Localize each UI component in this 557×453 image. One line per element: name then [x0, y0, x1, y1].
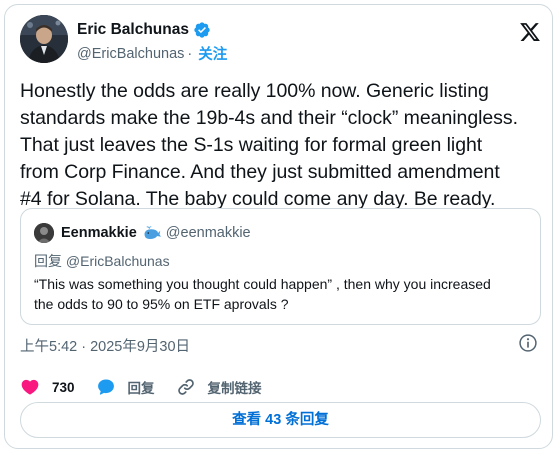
follow-button[interactable]: 关注	[198, 43, 227, 64]
quoted-text-line: “This was something you thought could ha…	[34, 276, 491, 292]
tweet-text-line: from Corp Finance. And they just submitt…	[20, 161, 500, 183]
author-handle-row: @EricBalchunas · 关注	[77, 43, 227, 64]
tweet-text-line: Honestly the odds are really 100% now. G…	[20, 80, 489, 102]
author-name-row: Eric Balchunas	[77, 21, 211, 39]
like-button[interactable]: 730	[20, 377, 75, 397]
quoted-author-handle: @eenmakkie	[165, 225, 251, 241]
author-handle[interactable]: @EricBalchunas	[77, 46, 184, 62]
reply-label: 回复	[127, 381, 155, 396]
separator-dot: ·	[187, 45, 193, 62]
tweet-text-line: standards make the 19b-4s and their “clo…	[20, 107, 518, 129]
heart-icon	[21, 379, 39, 395]
copy-link-button[interactable]: 复制链接	[176, 377, 262, 397]
tweet-text: Honestly the odds are really 100% now. G…	[20, 78, 545, 213]
quoted-author-avatar	[34, 223, 54, 243]
like-count: 730	[52, 379, 75, 395]
tweet-text-line: That just leaves the S-1s waiting for fo…	[20, 134, 483, 156]
tweet-actions: 730 回复 复制链接	[20, 374, 283, 400]
quoted-author-name: Eenmakkie	[61, 225, 137, 241]
quoted-text-line: the odds to 90 to 95% on ETF aprovals ?	[34, 296, 289, 312]
link-icon	[177, 379, 194, 395]
read-replies-button[interactable]: 查看 43 条回复	[20, 402, 541, 438]
reply-button[interactable]: 回复	[96, 377, 155, 397]
author-name[interactable]: Eric Balchunas	[77, 21, 189, 39]
tweet-timestamp[interactable]: 上午5:42 · 2025年9月30日	[20, 335, 190, 356]
speech-bubble-icon	[97, 379, 114, 395]
reply-handle[interactable]: @EricBalchunas	[66, 253, 170, 269]
x-logo-icon[interactable]	[519, 21, 541, 43]
quoted-tweet[interactable]: Eenmakkie @eenmakkie 回复 @EricBalchunas “…	[20, 208, 541, 325]
reply-context: 回复 @EricBalchunas	[34, 251, 170, 271]
copy-link-label: 复制链接	[207, 381, 262, 396]
whale-icon	[144, 226, 161, 239]
verified-badge-icon	[194, 22, 210, 38]
quoted-tweet-text: “This was something you thought could ha…	[34, 274, 534, 314]
quoted-tweet-header: Eenmakkie @eenmakkie	[34, 223, 251, 243]
tweet-card: Eric Balchunas @EricBalchunas · 关注 Hones…	[4, 4, 553, 449]
tweet-header: Eric Balchunas @EricBalchunas · 关注	[20, 15, 545, 65]
reply-prefix: 回复	[34, 253, 62, 269]
author-avatar[interactable]	[20, 15, 68, 63]
info-icon[interactable]	[518, 333, 538, 353]
